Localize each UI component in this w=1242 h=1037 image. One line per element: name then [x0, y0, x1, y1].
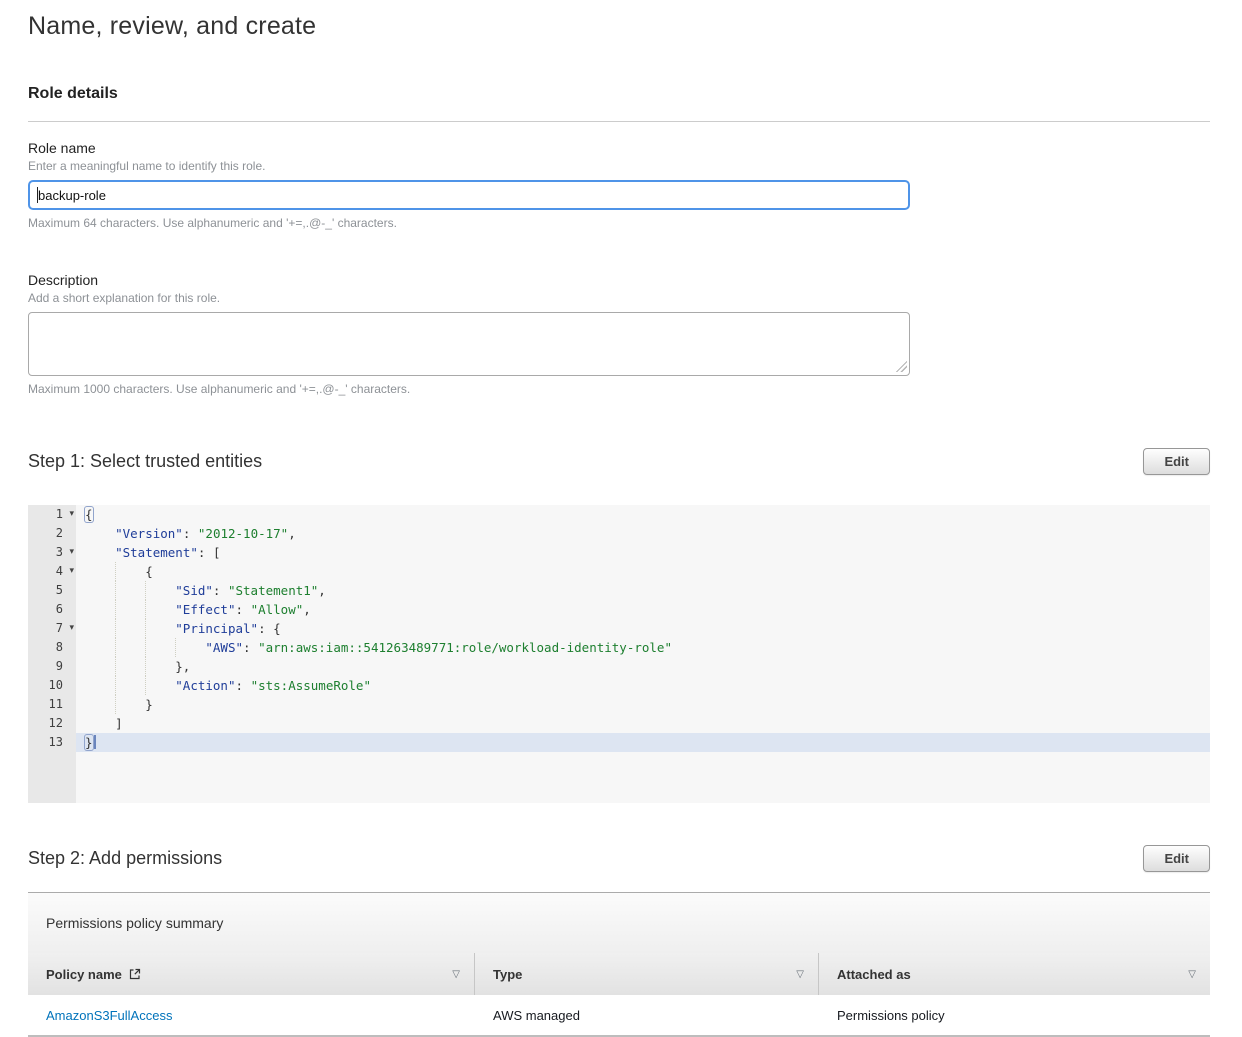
fold-arrow-icon[interactable]: ▾ [69, 505, 74, 524]
role-name-input[interactable] [28, 180, 910, 210]
line-number: 3▾ [28, 543, 76, 562]
line-number: 4▾ [28, 562, 76, 581]
cell-text: Permissions policy [837, 1008, 945, 1023]
code-line-1[interactable]: 1▾{ [28, 505, 1210, 524]
fold-arrow-icon[interactable]: ▾ [69, 543, 74, 562]
fold-arrow-icon[interactable]: ▾ [69, 562, 74, 581]
page-title: Name, review, and create [28, 12, 1210, 41]
code-line-12[interactable]: 12] [28, 714, 1210, 733]
text-caret [37, 187, 38, 203]
description-field: Description Add a short explanation for … [28, 272, 1210, 396]
role-name-help: Enter a meaningful name to identify this… [28, 159, 1210, 173]
line-number: 13 [28, 733, 76, 752]
description-textarea[interactable] [28, 312, 910, 376]
role-name-constraint: Maximum 64 characters. Use alphanumeric … [28, 216, 1210, 230]
description-label: Description [28, 272, 1210, 288]
sort-filter-icon[interactable]: ▽ [796, 969, 804, 980]
step1-heading: Step 1: Select trusted entities [28, 451, 262, 472]
external-link-icon [129, 968, 141, 980]
step1-edit-button[interactable]: Edit [1143, 448, 1210, 475]
sort-filter-icon[interactable]: ▽ [1188, 969, 1196, 980]
line-number: 6 [28, 600, 76, 619]
code-line-5[interactable]: 5"Sid": "Statement1", [28, 581, 1210, 600]
permissions-policy-summary-panel: Permissions policy summary Policy name▽T… [28, 892, 1210, 1037]
code-line-7[interactable]: 7▾"Principal": { [28, 619, 1210, 638]
policy-name-link[interactable]: AmazonS3FullAccess [46, 1008, 172, 1023]
section-divider [28, 121, 1210, 122]
panel-title: Permissions policy summary [46, 915, 223, 931]
line-number: 12 [28, 714, 76, 733]
trust-policy-editor[interactable]: 1▾{2"Version": "2012-10-17",3▾"Statement… [28, 505, 1210, 803]
table-row: AmazonS3FullAccess AWS managed Permissions… [28, 995, 1210, 1037]
code-line-2[interactable]: 2"Version": "2012-10-17", [28, 524, 1210, 543]
description-help: Add a short explanation for this role. [28, 291, 1210, 305]
role-name-field: Role name Enter a meaningful name to ide… [28, 140, 1210, 230]
code-line-6[interactable]: 6"Effect": "Allow", [28, 600, 1210, 619]
role-name-label: Role name [28, 140, 1210, 156]
line-number: 2 [28, 524, 76, 543]
line-number: 1▾ [28, 505, 76, 524]
step2-edit-button[interactable]: Edit [1143, 845, 1210, 872]
editor-caret [94, 735, 96, 749]
code-line-11[interactable]: 11} [28, 695, 1210, 714]
step1-header: Step 1: Select trusted entities Edit [28, 448, 1210, 475]
role-details-heading: Role details [28, 85, 1210, 103]
code-line-9[interactable]: 9}, [28, 657, 1210, 676]
line-number: 7▾ [28, 619, 76, 638]
step2-heading: Step 2: Add permissions [28, 848, 222, 869]
line-number: 5 [28, 581, 76, 600]
code-editor-lines: 1▾{2"Version": "2012-10-17",3▾"Statement… [28, 505, 1210, 752]
column-header-policy-name: Policy name▽ [28, 953, 475, 995]
code-line-4[interactable]: 4▾{ [28, 562, 1210, 581]
line-number: 11 [28, 695, 76, 714]
panel-header: Permissions policy summary [28, 893, 1210, 953]
code-line-13[interactable]: 13} [28, 733, 1210, 752]
sort-filter-icon[interactable]: ▽ [452, 969, 460, 980]
code-line-10[interactable]: 10"Action": "sts:AssumeRole" [28, 676, 1210, 695]
line-number: 10 [28, 676, 76, 695]
code-line-8[interactable]: 8"AWS": "arn:aws:iam::541263489771:role/… [28, 638, 1210, 657]
fold-arrow-icon[interactable]: ▾ [69, 619, 74, 638]
main-content: Name, review, and create Role details Ro… [28, 12, 1210, 1037]
policy-table-body: AmazonS3FullAccess AWS managed Permissions… [28, 995, 1210, 1037]
column-header-attached-as: Attached as▽ [819, 953, 1210, 995]
resize-handle-icon[interactable] [896, 361, 907, 372]
policy-table-header: Policy name▽Type▽Attached as▽ [28, 953, 1210, 995]
code-line-3[interactable]: 3▾"Statement": [ [28, 543, 1210, 562]
line-number: 8 [28, 638, 76, 657]
cell-text: AWS managed [493, 1008, 580, 1023]
step2-header: Step 2: Add permissions Edit [28, 845, 1210, 872]
line-number: 9 [28, 657, 76, 676]
column-header-type: Type▽ [475, 953, 819, 995]
description-constraint: Maximum 1000 characters. Use alphanumeri… [28, 382, 1210, 396]
